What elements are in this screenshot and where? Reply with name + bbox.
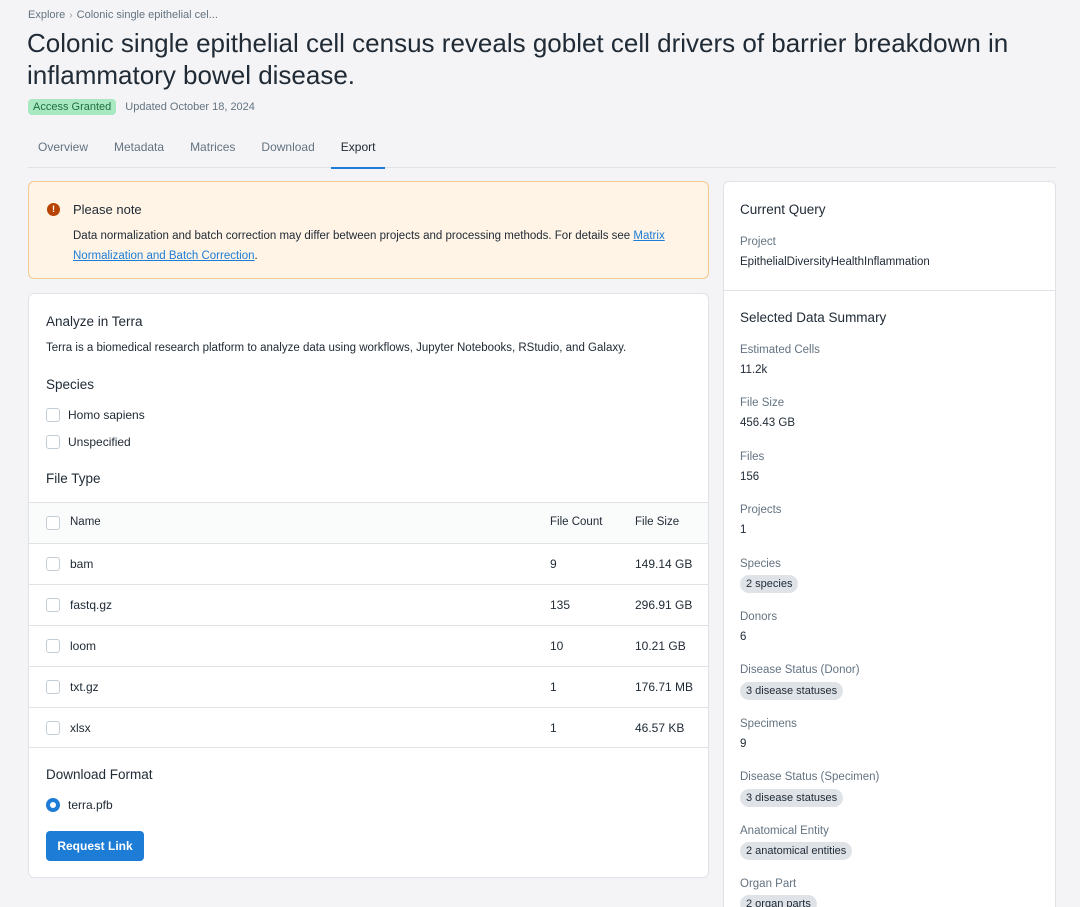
tab-overview[interactable]: Overview [28,132,98,168]
species-option-homo-sapiens[interactable]: Homo sapiens [46,408,145,422]
alert-text: Data normalization and batch correction … [73,226,698,266]
alert-suffix: . [254,250,258,262]
table-row[interactable]: bam 9 149.14 GB [29,543,708,584]
tab-metadata[interactable]: Metadata [104,132,174,168]
row-checkbox[interactable] [46,639,60,653]
table-row[interactable]: loom 10 10.21 GB [29,625,708,666]
summary-value: 6 [740,631,747,643]
download-format-heading: Download Format [46,767,153,782]
row-checkbox[interactable] [46,721,60,735]
breadcrumb-separator: › [69,9,73,21]
row-checkbox[interactable] [46,680,60,694]
summary-label: File Size [740,397,785,409]
species-label: Homo sapiens [68,408,145,422]
column-header-name: Name [70,516,101,528]
summary-value: 1 [740,524,747,536]
request-link-button[interactable]: Request Link [46,831,144,861]
file-size: 10.21 GB [635,639,686,653]
tab-bar: Overview Metadata Matrices Download Expo… [28,132,1056,169]
divider [724,290,1055,291]
summary-label: Organ Part [740,878,797,890]
checkbox[interactable] [46,408,60,422]
file-type-heading: File Type [46,471,101,486]
disease-status-specimen-chip[interactable]: 3 disease statuses [740,789,844,807]
row-checkbox[interactable] [46,598,60,612]
summary-label: Disease Status (Specimen) [740,771,880,783]
species-heading: Species [46,377,95,392]
species-label: Unspecified [68,435,131,449]
summary-value: 9 [740,738,747,750]
disease-status-donor-chip[interactable]: 3 disease statuses [740,682,844,700]
file-size: 296.91 GB [635,598,693,612]
alert-message: Data normalization and batch correction … [73,230,634,242]
file-type-table: Name File Count File Size bam 9 149.14 G… [29,502,708,748]
radio-selected[interactable] [46,798,60,812]
column-header-file-count: File Count [550,516,603,528]
file-type-name: bam [70,557,94,571]
file-count: 1 [550,680,557,694]
updated-date: Updated October 18, 2024 [125,101,255,113]
file-size: 176.71 MB [635,680,694,694]
summary-label: Specimens [740,718,797,730]
summary-value: 11.2k [740,364,768,376]
format-label: terra.pfb [68,798,113,812]
file-type-name: loom [70,639,97,653]
page-title: Colonic single epithelial cell census re… [27,28,1009,90]
summary-label: Files [740,451,765,463]
file-size: 149.14 GB [635,557,693,571]
file-type-name: txt.gz [70,680,99,694]
summary-label: Projects [740,504,782,516]
current-query-heading: Current Query [740,202,826,217]
table-row[interactable]: fastq.gz 135 296.91 GB [29,584,708,625]
alert-circle-icon: ! [47,203,60,216]
analyze-heading: Analyze in Terra [46,314,143,329]
summary-label: Donors [740,611,778,623]
column-header-file-size: File Size [635,516,680,528]
access-badge: Access Granted [28,99,117,115]
tab-download[interactable]: Download [251,132,324,168]
analyze-terra-card: Analyze in Terra Terra is a biomedical r… [28,293,709,878]
note-alert: ! Please note Data normalization and bat… [28,181,709,279]
table-header-row: Name File Count File Size [29,502,708,543]
format-option-terra-pfb[interactable]: terra.pfb [46,798,113,812]
file-size: 46.57 KB [635,721,685,735]
file-count: 10 [550,639,564,653]
checkbox[interactable] [46,435,60,449]
summary-label: Anatomical Entity [740,825,829,837]
analyze-description: Terra is a biomedical research platform … [46,342,627,354]
anatomical-entity-chip[interactable]: 2 anatomical entities [740,842,853,860]
file-count: 1 [550,721,557,735]
table-row[interactable]: txt.gz 1 176.71 MB [29,666,708,707]
breadcrumb: Explore › Colonic single epithelial cel.… [28,9,218,21]
summary-heading: Selected Data Summary [740,310,887,325]
row-checkbox[interactable] [46,557,60,571]
summary-value: 456.43 GB [740,417,795,429]
breadcrumb-root-link[interactable]: Explore [28,9,65,21]
file-count: 135 [550,598,571,612]
species-chip[interactable]: 2 species [740,575,799,593]
summary-sidebar: Current Query Project EpithelialDiversit… [723,181,1056,907]
tab-matrices[interactable]: Matrices [180,132,245,168]
file-type-name: fastq.gz [70,598,113,612]
select-all-checkbox[interactable] [46,516,60,530]
tab-export[interactable]: Export [330,132,386,169]
page: Explore › Colonic single epithelial cel.… [0,0,1080,907]
summary-label: Species [740,558,781,570]
meta-row: Access Granted Updated October 18, 2024 [28,99,255,115]
alert-title: Please note [73,202,142,217]
summary-label: Estimated Cells [740,344,820,356]
breadcrumb-current: Colonic single epithelial cel... [76,9,218,21]
species-option-unspecified[interactable]: Unspecified [46,435,131,449]
file-count: 9 [550,557,557,571]
project-value: EpithelialDiversityHealthInflammation [740,256,930,268]
file-type-name: xlsx [70,721,91,735]
project-label: Project [740,236,776,248]
organ-part-chip[interactable]: 2 organ parts [740,895,817,907]
summary-label: Disease Status (Donor) [740,664,860,676]
summary-value: 156 [740,471,760,483]
table-row[interactable]: xlsx 1 46.57 KB [29,707,708,748]
